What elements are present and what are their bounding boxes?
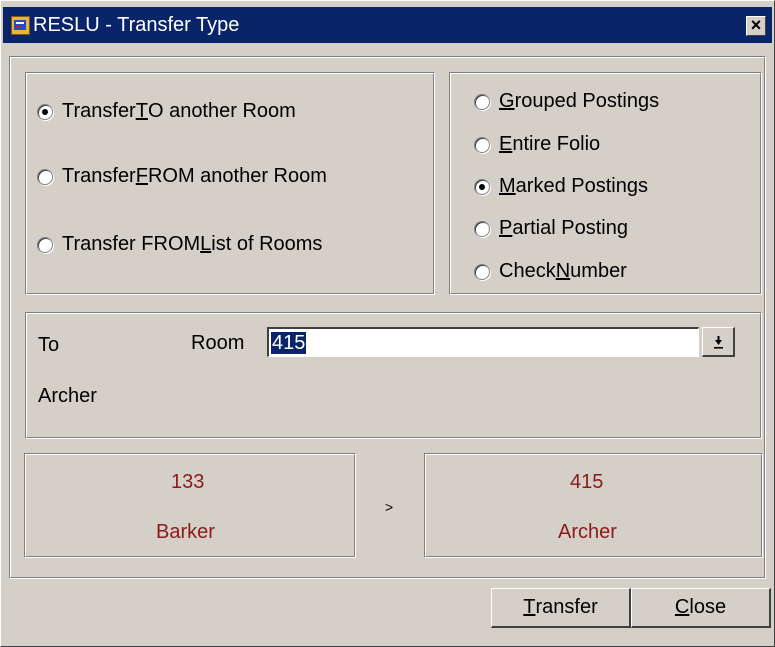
radio-transfer-from-room[interactable]: Transfer F ROM another Room — [37, 165, 327, 188]
radio-button[interactable] — [474, 93, 490, 110]
button-label: ransfer — [535, 596, 598, 618]
radio-button[interactable] — [474, 136, 490, 153]
room-input-value: 415 — [271, 332, 307, 354]
window-title: RESLU - Transfer Type — [33, 14, 240, 36]
option-text: artial Posting — [512, 217, 628, 239]
option-accelerator: L — [200, 233, 212, 255]
option-text: Transfer — [62, 165, 136, 187]
radio-entire-folio[interactable]: Entire Folio — [474, 133, 600, 156]
to-guest-name: Archer — [558, 521, 617, 543]
transfer-type-dialog: RESLU - Transfer Type × Transfer TO anot… — [0, 0, 775, 647]
radio-check-number[interactable]: Check Number — [474, 260, 627, 283]
option-text: Transfer — [62, 100, 136, 122]
radio-button[interactable] — [37, 236, 53, 253]
option-text: umber — [570, 260, 627, 282]
radio-grouped-postings[interactable]: Grouped Postings — [474, 90, 659, 113]
room-input[interactable]: 415 — [267, 327, 699, 357]
radio-button[interactable] — [474, 263, 490, 280]
down-arrow-icon — [714, 336, 723, 349]
option-accelerator: F — [135, 165, 148, 187]
button-label: lose — [689, 596, 727, 618]
room-dropdown-button[interactable] — [702, 327, 735, 357]
from-guest-name: Barker — [156, 521, 215, 543]
option-accelerator: N — [555, 260, 571, 282]
to-label: To — [38, 334, 60, 356]
option-text: ROM another Room — [147, 165, 327, 187]
button-accelerator: T — [523, 596, 536, 618]
radio-button[interactable] — [37, 168, 53, 185]
to-room-number: 415 — [570, 471, 604, 493]
close-window-button[interactable]: × — [746, 16, 766, 36]
option-text: rouped Postings — [514, 90, 660, 112]
button-accelerator: C — [674, 596, 690, 618]
option-text: arked Postings — [515, 175, 648, 197]
radio-marked-postings[interactable]: Marked Postings — [474, 175, 648, 198]
transfer-arrow: > — [385, 499, 394, 515]
radio-button[interactable] — [474, 220, 490, 237]
app-icon — [11, 16, 30, 35]
radio-button[interactable] — [474, 178, 490, 195]
radio-transfer-to-room[interactable]: Transfer TO another Room — [37, 100, 296, 123]
transfer-button[interactable]: Transfer — [491, 588, 631, 628]
radio-button[interactable] — [37, 103, 53, 120]
radio-partial-posting[interactable]: Partial Posting — [474, 217, 628, 240]
guest-name-label: Archer — [38, 385, 97, 407]
option-text: ntire Folio — [512, 133, 601, 155]
from-room-number: 133 — [171, 471, 205, 493]
radio-transfer-from-list[interactable]: Transfer FROM List of Rooms — [37, 233, 322, 256]
option-text: Transfer FROM — [62, 233, 201, 255]
option-accelerator: G — [499, 90, 515, 112]
option-accelerator: P — [499, 217, 513, 239]
option-accelerator: M — [499, 175, 516, 197]
close-icon: × — [750, 15, 762, 35]
option-text: O another Room — [147, 100, 296, 122]
room-label: Room — [191, 332, 245, 354]
option-accelerator: T — [135, 100, 148, 122]
option-text: ist of Rooms — [211, 233, 323, 255]
option-accelerator: E — [499, 133, 513, 155]
title-bar: RESLU - Transfer Type × — [3, 7, 772, 43]
option-text: Check — [499, 260, 556, 282]
close-button[interactable]: Close — [631, 588, 771, 628]
